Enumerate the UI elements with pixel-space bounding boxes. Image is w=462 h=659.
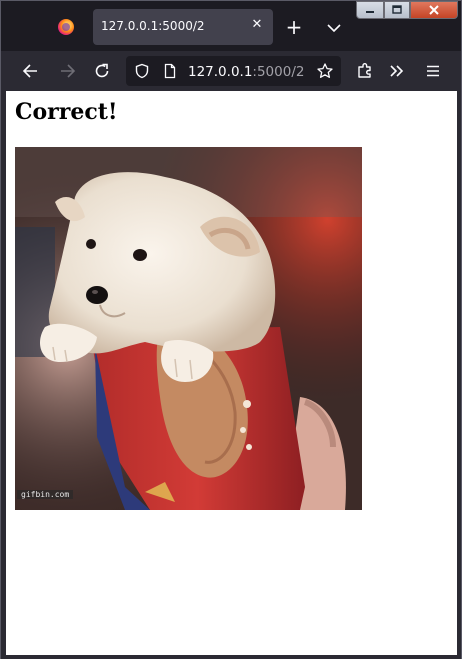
new-tab-button[interactable]: + <box>283 17 305 39</box>
chevron-down-icon <box>327 24 341 33</box>
back-arrow-icon <box>22 64 37 78</box>
overflow-button[interactable] <box>385 59 409 83</box>
close-icon <box>429 5 439 15</box>
window-controls <box>356 1 460 21</box>
bookmark-star-icon[interactable] <box>316 62 334 80</box>
window-bottom-border <box>1 655 461 659</box>
firefox-icon <box>58 19 74 35</box>
extensions-icon <box>358 63 371 78</box>
tab-title: 127.0.0.1:5000/2 <box>101 19 205 33</box>
url-path: :5000/2 <box>252 64 305 80</box>
tab-list-button[interactable] <box>323 17 345 39</box>
address-bar[interactable]: 127.0.0.1:5000/2 <box>126 56 341 86</box>
forward-button[interactable] <box>55 59 79 83</box>
page-content: Correct! gifbin.com <box>6 91 457 655</box>
close-window-button[interactable] <box>410 1 458 19</box>
maximize-icon <box>392 5 402 14</box>
close-icon[interactable]: ✕ <box>249 17 265 33</box>
maximize-button[interactable] <box>384 1 410 19</box>
menu-button[interactable] <box>421 59 445 83</box>
url-host: 127.0.0.1 <box>188 64 253 80</box>
url-text[interactable]: 127.0.0.1:5000/2 <box>188 64 304 80</box>
reload-button[interactable] <box>90 59 114 83</box>
puppy-image: gifbin.com <box>15 147 362 510</box>
overflow-chevrons-icon <box>390 65 404 77</box>
navigation-toolbar: 127.0.0.1:5000/2 <box>1 51 461 91</box>
page-heading: Correct! <box>15 99 118 125</box>
page-info-icon[interactable] <box>162 63 178 79</box>
back-button[interactable] <box>19 59 43 83</box>
image-watermark: gifbin.com <box>17 490 74 499</box>
minimize-icon <box>366 11 374 13</box>
extensions-button[interactable] <box>353 59 377 83</box>
hamburger-menu-icon <box>427 65 439 77</box>
tracking-protection-shield-icon[interactable] <box>134 63 150 79</box>
forward-arrow-icon <box>61 64 76 78</box>
minimize-button[interactable] <box>356 1 384 19</box>
reload-icon <box>95 63 109 78</box>
active-tab[interactable]: 127.0.0.1:5000/2 ✕ <box>93 9 273 45</box>
tab-strip: 127.0.0.1:5000/2 ✕ + <box>1 1 461 51</box>
firefox-view-tab[interactable] <box>41 9 89 45</box>
browser-window: 127.0.0.1:5000/2 ✕ + 127.0.0.1:5000/2 Co… <box>0 0 462 659</box>
puppy-illustration <box>15 147 362 510</box>
